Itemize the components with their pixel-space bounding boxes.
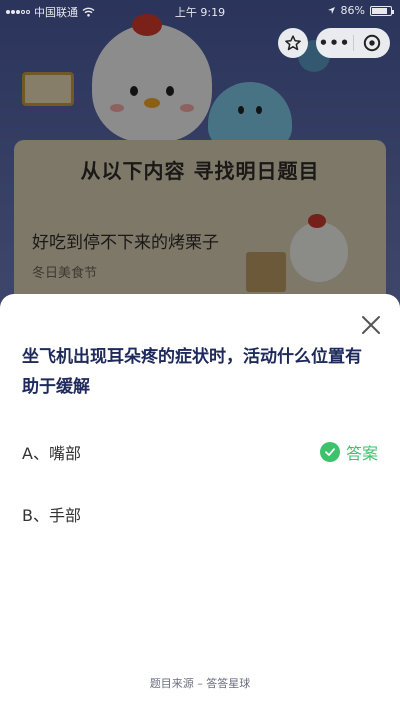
more-button[interactable]: •••	[316, 28, 353, 58]
sheet-close-button[interactable]	[360, 314, 382, 336]
option-a-label: A、嘴部	[22, 444, 81, 463]
mini-program-capsule: •••	[316, 28, 390, 58]
circle-close-icon	[363, 34, 381, 52]
location-icon	[327, 7, 335, 14]
answer-label: 答案	[345, 444, 378, 463]
answer-sheet: 坐飞机出现耳朵疼的症状时，活动什么位置有助于缓解 A、嘴部 答案 B、手部 题目…	[0, 294, 400, 711]
answer-badge: 答案	[319, 440, 378, 464]
question-text: 坐飞机出现耳朵疼的症状时，活动什么位置有助于缓解	[22, 347, 362, 397]
check-circle-icon	[319, 442, 340, 462]
close-icon	[362, 316, 380, 334]
battery-percent: 86%	[340, 4, 365, 17]
battery-icon	[370, 5, 394, 16]
option-a[interactable]: A、嘴部 答案	[22, 436, 378, 468]
option-b[interactable]: B、手部	[22, 498, 378, 530]
status-bar: 中国联通 上午 9:19 86%	[0, 0, 400, 22]
battery-level	[372, 7, 388, 14]
option-b-label: B、手部	[22, 506, 81, 525]
star-outline-icon	[285, 35, 301, 51]
question-source: 题目来源 – 答答星球	[149, 677, 251, 690]
exit-button[interactable]	[354, 28, 390, 58]
favorite-button[interactable]	[278, 28, 308, 58]
